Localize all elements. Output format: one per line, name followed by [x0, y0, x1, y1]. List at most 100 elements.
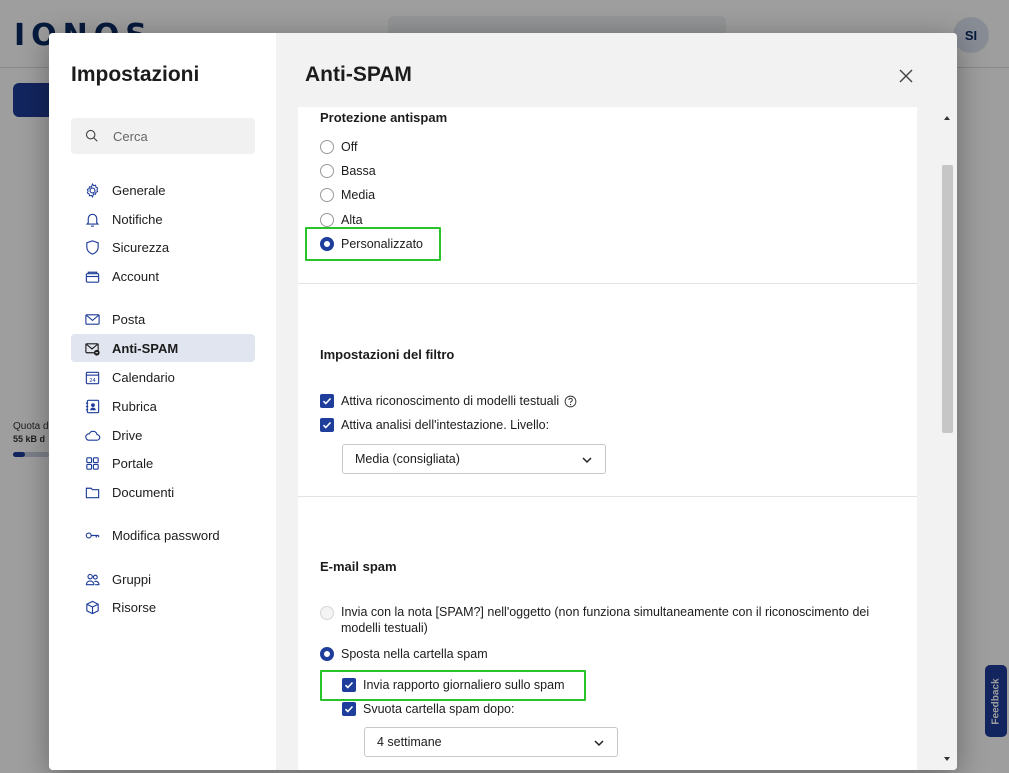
help-icon[interactable] [564, 395, 577, 408]
radio-label: Alta [341, 213, 363, 227]
section-divider [298, 496, 917, 497]
nav-item-notifiche[interactable]: Notifiche [71, 205, 255, 233]
section-divider [298, 283, 917, 284]
chevron-down-icon [594, 740, 604, 747]
nav-item-documenti[interactable]: Documenti [71, 478, 255, 506]
settings-content: Protezione antispam Off Bassa Media Alta… [298, 107, 917, 770]
checkbox-label: Invia rapporto giornaliero sullo spam [363, 678, 565, 692]
radio-label: Bassa [341, 164, 376, 178]
checkbox-label: Svuota cartella spam dopo: [363, 702, 515, 716]
filter-section-title: Impostazioni del filtro [320, 347, 455, 362]
select-value: Media (consigliata) [355, 452, 460, 466]
spam-mail-icon [83, 339, 101, 357]
radio-off[interactable]: Off [320, 137, 357, 157]
folder-icon [83, 483, 101, 501]
shield-icon [83, 238, 101, 256]
close-button[interactable] [895, 65, 917, 87]
settings-dialog: Impostazioni Generale Notifiche Sicurezz… [49, 33, 957, 770]
scroll-down-arrow-icon[interactable] [942, 754, 952, 764]
search-icon [85, 129, 98, 142]
checkbox-checked[interactable] [320, 394, 334, 408]
nav-label: Gruppi [112, 571, 152, 587]
address-book-icon [83, 397, 101, 415]
radio-button-disabled [320, 606, 334, 620]
checkbox-daily-report[interactable]: Invia rapporto giornaliero sullo spam [342, 675, 565, 695]
nav-item-portale[interactable]: Portale [71, 449, 255, 477]
chevron-down-icon [582, 457, 592, 464]
empty-after-select[interactable]: 4 settimane [364, 727, 618, 757]
nav-label: Anti-SPAM [112, 340, 179, 356]
nav-item-gruppi[interactable]: Gruppi [71, 565, 255, 593]
nav-label: Risorse [112, 599, 157, 615]
cloud-icon [83, 426, 101, 444]
radio-button[interactable] [320, 188, 334, 202]
check-icon [322, 397, 332, 405]
nav-label: Modifica password [112, 527, 220, 543]
close-icon [899, 69, 913, 83]
scroll-up-arrow-icon[interactable] [942, 113, 952, 123]
radio-send-with-note: Invia con la nota [SPAM?] nell'oggetto (… [320, 604, 869, 638]
select-value: 4 settimane [377, 735, 442, 749]
gear-icon [83, 181, 101, 199]
checkbox-checked[interactable] [320, 418, 334, 432]
account-icon [83, 267, 101, 285]
cube-icon [83, 598, 101, 616]
bell-icon [83, 210, 101, 228]
settings-sidebar: Impostazioni Generale Notifiche Sicurezz… [49, 33, 276, 770]
checkbox-header-analysis[interactable]: Attiva analisi dell'intestazione. Livell… [320, 415, 549, 435]
nav-label: Account [112, 268, 159, 284]
nav-item-risorse[interactable]: Risorse [71, 593, 255, 621]
header-level-select[interactable]: Media (consigliata) [342, 444, 606, 474]
radio-button-selected[interactable] [320, 237, 334, 251]
radio-label: Sposta nella cartella spam [341, 647, 488, 661]
page-title: Anti-SPAM [305, 63, 412, 86]
settings-title: Impostazioni [71, 63, 200, 86]
radio-label: Media [341, 188, 376, 202]
nav-item-account[interactable]: Account [71, 262, 255, 290]
svg-text:24: 24 [89, 377, 96, 383]
nav-item-sicurezza[interactable]: Sicurezza [71, 233, 255, 261]
nav-label: Portale [112, 455, 154, 471]
checkbox-checked[interactable] [342, 678, 356, 692]
radio-button[interactable] [320, 140, 334, 154]
nav-item-generale[interactable]: Generale [71, 176, 255, 204]
radio-label: Off [341, 140, 358, 154]
nav-label: Drive [112, 427, 143, 443]
checkbox-label: Attiva riconoscimento di modelli testual… [341, 394, 560, 408]
nav-item-anti-spam[interactable]: Anti-SPAM [71, 334, 255, 362]
radio-bassa[interactable]: Bassa [320, 161, 376, 181]
key-icon [83, 526, 101, 544]
nav-label: Notifiche [112, 211, 163, 227]
radio-button-selected[interactable] [320, 647, 334, 661]
content-scrollbar[interactable] [938, 107, 957, 770]
radio-move-to-spam[interactable]: Sposta nella cartella spam [320, 644, 488, 664]
checkbox-text-pattern[interactable]: Attiva riconoscimento di modelli testual… [320, 391, 577, 411]
nav-item-calendario[interactable]: 24 Calendario [71, 363, 255, 391]
nav-item-rubrica[interactable]: Rubrica [71, 392, 255, 420]
radio-alta[interactable]: Alta [320, 210, 363, 230]
settings-search[interactable] [71, 118, 255, 154]
checkbox-empty-folder[interactable]: Svuota cartella spam dopo: [342, 699, 514, 719]
nav-item-posta[interactable]: Posta [71, 305, 255, 333]
nav-label: Sicurezza [112, 239, 170, 255]
nav-item-modifica-password[interactable]: Modifica password [71, 521, 255, 549]
radio-button[interactable] [320, 164, 334, 178]
users-icon [83, 570, 101, 588]
spam-mail-section-title: E-mail spam [320, 559, 397, 574]
checkbox-checked[interactable] [342, 702, 356, 716]
nav-label: Posta [112, 311, 146, 327]
protection-section-title: Protezione antispam [320, 110, 448, 125]
search-input[interactable] [113, 128, 243, 144]
settings-main: Anti-SPAM Protezione antispam Off Bassa … [276, 33, 957, 770]
check-icon [344, 705, 354, 713]
radio-label: Personalizzato [341, 237, 423, 251]
radio-personalizzato[interactable]: Personalizzato [320, 234, 423, 254]
radio-button[interactable] [320, 213, 334, 227]
nav-label: Generale [112, 182, 166, 198]
checkbox-label: Attiva analisi dell'intestazione. Livell… [341, 418, 550, 432]
nav-label: Rubrica [112, 398, 157, 414]
radio-media[interactable]: Media [320, 185, 375, 205]
check-icon [344, 681, 354, 689]
scroll-thumb[interactable] [942, 165, 953, 433]
nav-item-drive[interactable]: Drive [71, 421, 255, 449]
